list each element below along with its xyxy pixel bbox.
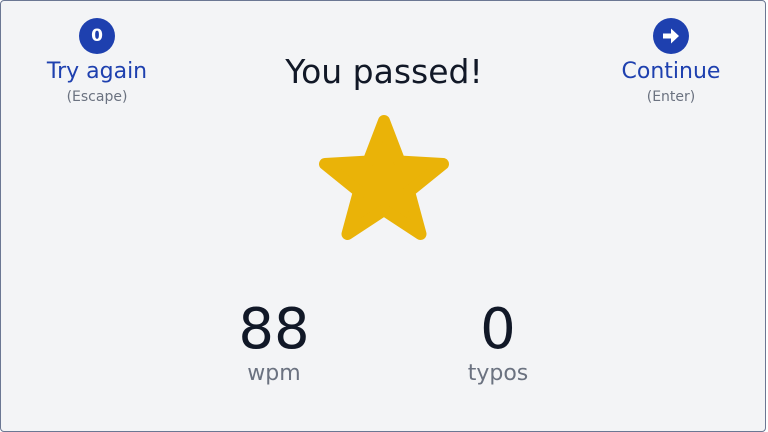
typos-label: typos — [467, 361, 529, 386]
wpm-stat: 88 wpm — [184, 298, 364, 386]
typos-value: 0 — [480, 297, 516, 362]
arrow-right-icon — [653, 18, 689, 54]
continue-button[interactable]: Continue (Enter) — [601, 18, 741, 106]
retry-count-badge: 0 — [79, 18, 115, 54]
result-panel: 0 Try again (Escape) You passed! Continu… — [0, 0, 766, 432]
continue-shortcut-hint: (Enter) — [646, 89, 696, 105]
star-icon — [319, 115, 449, 240]
wpm-value: 88 — [238, 297, 310, 362]
wpm-label: wpm — [247, 361, 301, 386]
typos-stat: 0 typos — [408, 298, 588, 386]
continue-label: Continue — [621, 59, 721, 84]
